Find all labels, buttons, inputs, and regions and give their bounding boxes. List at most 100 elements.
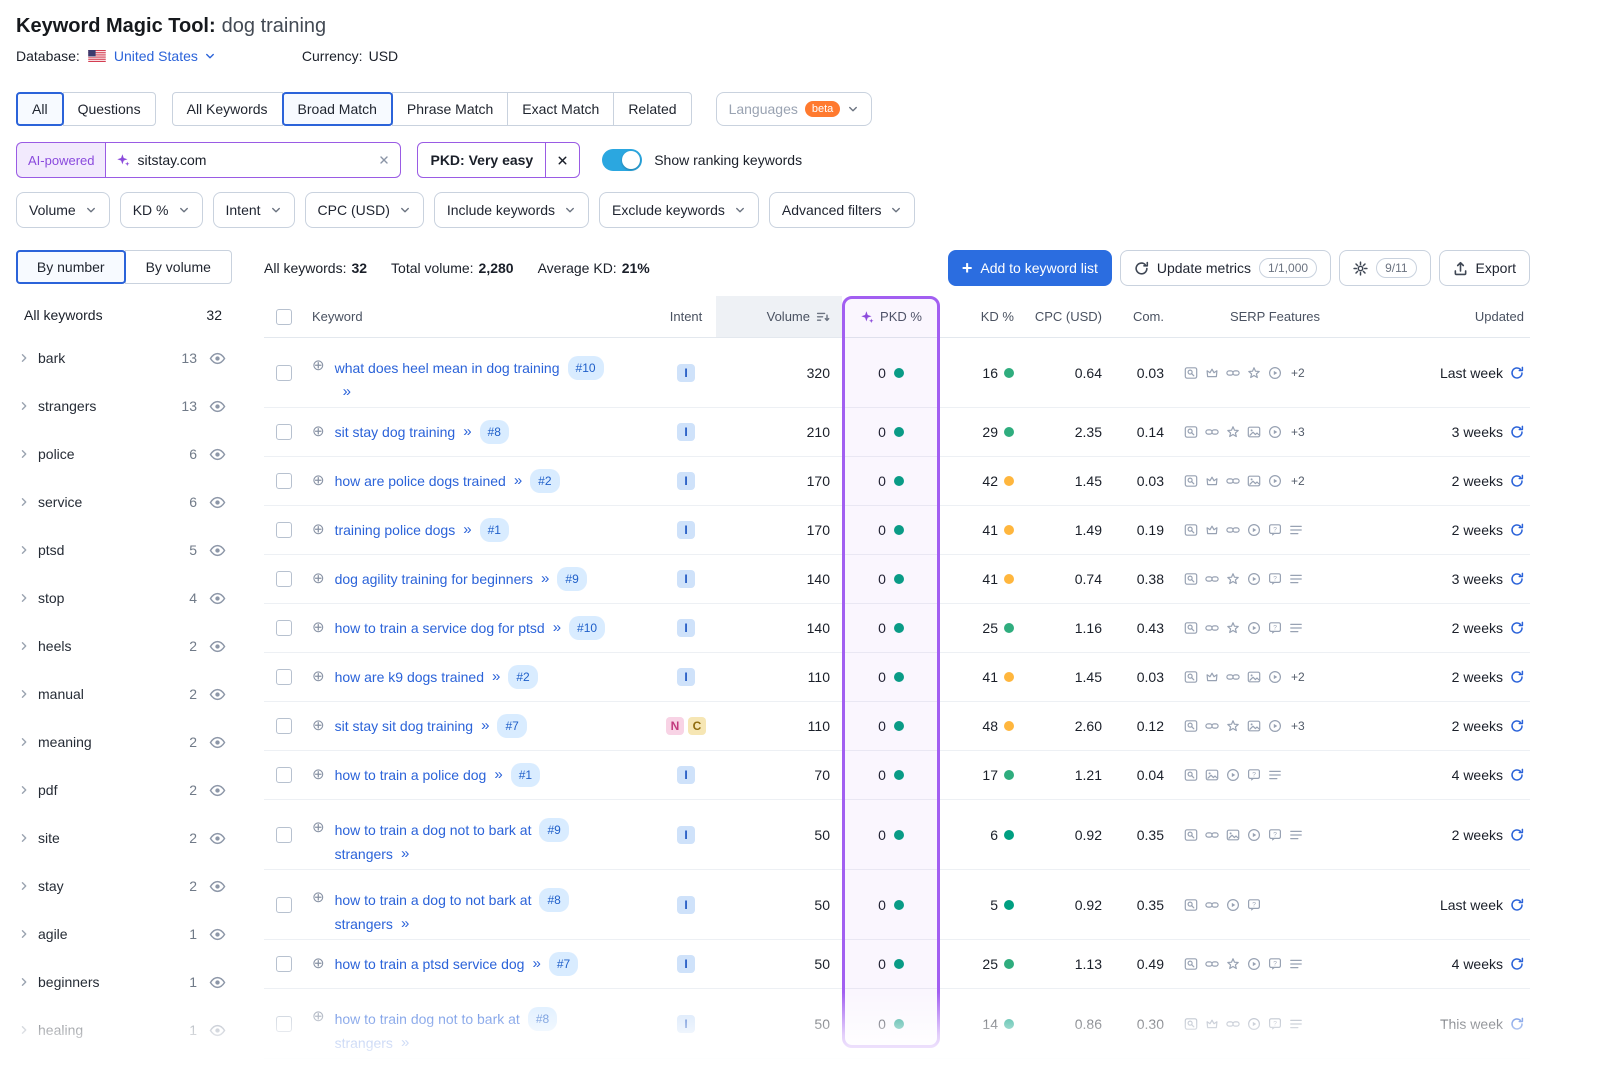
eye-icon[interactable] xyxy=(209,350,226,367)
tab-questions[interactable]: Questions xyxy=(63,92,156,126)
refresh-icon[interactable] xyxy=(1510,474,1524,488)
refresh-icon[interactable] xyxy=(1510,670,1524,684)
expand-keyword-icon[interactable]: ⊕ xyxy=(312,765,325,785)
row-checkbox[interactable] xyxy=(276,473,292,489)
sidebar-keyword-group[interactable]: meaning 2 xyxy=(16,718,232,766)
refresh-icon[interactable] xyxy=(1510,572,1524,586)
sidebar-keyword-group[interactable]: pdf 2 xyxy=(16,766,232,814)
rank-badge[interactable]: #8 xyxy=(480,420,509,444)
eye-icon[interactable] xyxy=(209,398,226,415)
group-name[interactable]: stay xyxy=(38,878,189,894)
expand-keyword-icon[interactable]: ⊕ xyxy=(312,667,325,687)
expand-keyword-icon[interactable]: ⊕ xyxy=(312,569,325,589)
expand-keyword-icon[interactable]: ⊕ xyxy=(312,618,325,638)
expand-keyword-icon[interactable]: ⊕ xyxy=(312,954,325,974)
sidebar-keyword-group[interactable]: stop 4 xyxy=(16,574,232,622)
select-all-checkbox[interactable] xyxy=(276,309,292,325)
refresh-icon[interactable] xyxy=(1510,898,1524,912)
sidebar-keyword-group[interactable]: bark 13 xyxy=(16,334,232,382)
serp-more-link[interactable]: +2 xyxy=(1291,474,1305,488)
refresh-icon[interactable] xyxy=(1510,719,1524,733)
open-serp-arrow-icon[interactable]: » xyxy=(514,471,522,491)
update-metrics-button[interactable]: Update metrics 1/1,000 xyxy=(1120,250,1331,286)
chevron-right-icon[interactable] xyxy=(18,448,30,460)
rank-badge[interactable]: #1 xyxy=(480,518,509,542)
open-serp-arrow-icon[interactable]: » xyxy=(343,382,351,402)
refresh-icon[interactable] xyxy=(1510,768,1524,782)
serp-more-link[interactable]: +3 xyxy=(1291,719,1305,733)
rank-badge[interactable]: #2 xyxy=(530,469,559,493)
eye-icon[interactable] xyxy=(209,1022,226,1039)
row-checkbox[interactable] xyxy=(276,522,292,538)
row-checkbox[interactable] xyxy=(276,897,292,913)
keyword-link-line2[interactable]: strangers xyxy=(335,844,393,864)
kd-filter-dropdown[interactable]: KD % xyxy=(120,192,203,228)
sidebar-keyword-group[interactable]: agile 1 xyxy=(16,910,232,958)
tab-phrase-match[interactable]: Phrase Match xyxy=(392,92,508,126)
languages-dropdown[interactable]: Languages beta xyxy=(716,92,873,126)
group-name[interactable]: site xyxy=(38,830,189,846)
group-name[interactable]: police xyxy=(38,446,189,462)
include-keywords-dropdown[interactable]: Include keywords xyxy=(434,192,589,228)
open-serp-arrow-icon[interactable]: » xyxy=(463,520,471,540)
cpc-filter-dropdown[interactable]: CPC (USD) xyxy=(305,192,424,228)
chevron-right-icon[interactable] xyxy=(18,640,30,652)
keyword-link-line2[interactable]: strangers xyxy=(335,914,393,934)
add-to-keyword-list-button[interactable]: + Add to keyword list xyxy=(948,250,1112,286)
open-serp-arrow-icon[interactable]: » xyxy=(401,914,409,934)
rank-badge[interactable]: #10 xyxy=(568,356,604,380)
sidebar-keyword-group[interactable]: site 2 xyxy=(16,814,232,862)
open-serp-arrow-icon[interactable]: » xyxy=(463,422,471,442)
chevron-right-icon[interactable] xyxy=(18,352,30,364)
refresh-icon[interactable] xyxy=(1510,828,1524,842)
rank-badge[interactable]: #10 xyxy=(569,616,605,640)
group-name[interactable]: manual xyxy=(38,686,189,702)
export-button[interactable]: Export xyxy=(1439,250,1530,286)
group-name[interactable]: beginners xyxy=(38,974,189,990)
expand-keyword-icon[interactable]: ⊕ xyxy=(312,1007,325,1027)
eye-icon[interactable] xyxy=(209,926,226,943)
keyword-link[interactable]: what does heel mean in dog training xyxy=(335,358,560,378)
intent-filter-dropdown[interactable]: Intent xyxy=(213,192,295,228)
row-checkbox[interactable] xyxy=(276,571,292,587)
row-checkbox[interactable] xyxy=(276,365,292,381)
expand-keyword-icon[interactable]: ⊕ xyxy=(312,818,325,838)
keyword-link[interactable]: how to train a dog to not bark at xyxy=(335,890,532,910)
refresh-icon[interactable] xyxy=(1510,621,1524,635)
refresh-icon[interactable] xyxy=(1510,523,1524,537)
tab-all[interactable]: All xyxy=(16,92,64,126)
group-name[interactable]: service xyxy=(38,494,189,510)
show-ranking-keywords-toggle[interactable] xyxy=(602,149,642,171)
tab-exact-match[interactable]: Exact Match xyxy=(507,92,614,126)
keyword-link[interactable]: sit stay sit dog training xyxy=(335,716,474,736)
open-serp-arrow-icon[interactable]: » xyxy=(401,844,409,864)
group-name[interactable]: bark xyxy=(38,350,181,366)
chevron-right-icon[interactable] xyxy=(18,688,30,700)
updated-column-header[interactable]: Updated xyxy=(1366,309,1530,324)
row-checkbox[interactable] xyxy=(276,1016,292,1032)
eye-icon[interactable] xyxy=(209,686,226,703)
refresh-icon[interactable] xyxy=(1510,366,1524,380)
database-select[interactable]: United States xyxy=(114,48,198,64)
sidebar-keyword-group[interactable]: beginners 1 xyxy=(16,958,232,1006)
row-checkbox[interactable] xyxy=(276,718,292,734)
exclude-keywords-dropdown[interactable]: Exclude keywords xyxy=(599,192,759,228)
row-checkbox[interactable] xyxy=(276,620,292,636)
chevron-down-icon[interactable] xyxy=(204,50,216,62)
open-serp-arrow-icon[interactable]: » xyxy=(553,618,561,638)
eye-icon[interactable] xyxy=(209,734,226,751)
sidebar-keyword-group[interactable]: healing 1 xyxy=(16,1006,232,1054)
kd-column-header[interactable]: KD % xyxy=(940,309,1028,324)
volume-filter-dropdown[interactable]: Volume xyxy=(16,192,110,228)
chevron-right-icon[interactable] xyxy=(18,928,30,940)
row-checkbox[interactable] xyxy=(276,669,292,685)
cpc-column-header[interactable]: CPC (USD) xyxy=(1028,309,1116,324)
chevron-right-icon[interactable] xyxy=(18,784,30,796)
row-checkbox[interactable] xyxy=(276,827,292,843)
group-name[interactable]: meaning xyxy=(38,734,189,750)
rank-badge[interactable]: #9 xyxy=(539,818,568,842)
sidebar-keyword-group[interactable]: manual 2 xyxy=(16,670,232,718)
expand-keyword-icon[interactable]: ⊕ xyxy=(312,716,325,736)
chevron-right-icon[interactable] xyxy=(18,592,30,604)
refresh-icon[interactable] xyxy=(1510,425,1524,439)
